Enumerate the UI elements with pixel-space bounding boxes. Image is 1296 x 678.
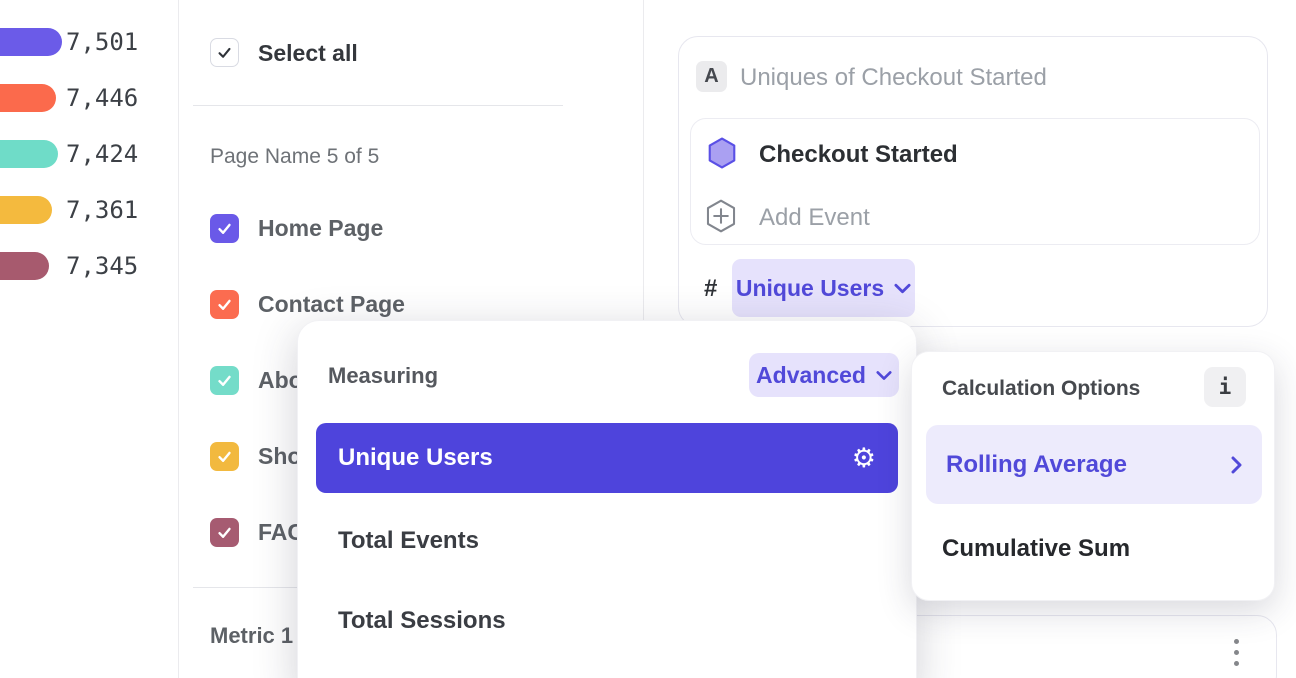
- query-card: A Uniques of Checkout Started Checkout S…: [678, 36, 1268, 327]
- checkmark-icon: [216, 448, 233, 465]
- item-label[interactable]: Contact Page: [258, 290, 405, 319]
- menu-option-unique-users[interactable]: Unique Users ⚙: [316, 423, 898, 493]
- bar-segment: [0, 84, 56, 112]
- bar-value: 7,424: [66, 140, 138, 168]
- calc-option-cumulative-sum[interactable]: Cumulative Sum: [942, 535, 1130, 563]
- bar-value: 7,446: [66, 84, 138, 112]
- advanced-mode-dropdown[interactable]: Advanced: [749, 353, 899, 397]
- item-label[interactable]: Home Page: [258, 214, 383, 243]
- gear-icon[interactable]: ⚙: [852, 445, 876, 472]
- calculation-options-title: Calculation Options: [942, 377, 1140, 401]
- event-block: Checkout Started Add Event: [690, 118, 1260, 245]
- event-name[interactable]: Checkout Started: [759, 141, 958, 169]
- event-hexagon-icon: [707, 137, 737, 169]
- series-name-input[interactable]: Uniques of Checkout Started: [740, 64, 1047, 92]
- group-label: Page Name 5 of 5: [210, 145, 379, 169]
- select-all-label: Select all: [258, 39, 358, 68]
- checkbox-about-page[interactable]: [210, 366, 239, 395]
- checkmark-icon: [216, 524, 233, 541]
- menu-option-total-events[interactable]: Total Events: [338, 527, 479, 555]
- kebab-menu-icon[interactable]: [1234, 639, 1239, 666]
- panel-divider: [178, 0, 179, 678]
- checkmark-icon: [216, 220, 233, 237]
- add-event-icon[interactable]: [705, 199, 737, 233]
- measure-dropdown-label: Unique Users: [736, 275, 884, 302]
- menu-option-label: Unique Users: [338, 444, 493, 472]
- measuring-menu: Measuring Advanced Unique Users ⚙ Total …: [297, 320, 917, 678]
- item-label[interactable]: Abo: [258, 366, 303, 395]
- add-event-label[interactable]: Add Event: [759, 204, 870, 232]
- checkmark-icon: [216, 296, 233, 313]
- checkmark-icon: [216, 372, 233, 389]
- calculation-options-menu: Calculation Options i Rolling Average Cu…: [911, 351, 1275, 601]
- measure-symbol: #: [704, 275, 717, 303]
- chevron-down-icon: [894, 283, 911, 294]
- bar-segment: [0, 28, 62, 56]
- checkmark-icon: [216, 44, 233, 61]
- bar-segment: [0, 140, 58, 168]
- app-canvas: 7,501 7,446 7,424 7,361 7,345 Select all…: [0, 0, 1296, 678]
- chevron-down-icon: [876, 370, 892, 381]
- checkbox-contact-page[interactable]: [210, 290, 239, 319]
- bar-value: 7,501: [66, 28, 138, 56]
- checkbox-shop-page[interactable]: [210, 442, 239, 471]
- item-label[interactable]: Sho: [258, 442, 301, 471]
- calc-option-rolling-average[interactable]: Rolling Average: [926, 425, 1262, 504]
- divider: [193, 105, 563, 106]
- calc-option-label: Rolling Average: [946, 451, 1127, 479]
- info-icon[interactable]: i: [1204, 367, 1246, 407]
- checkbox-faq-page[interactable]: [210, 518, 239, 547]
- bar-value: 7,345: [66, 252, 138, 280]
- chevron-right-icon: [1231, 456, 1242, 474]
- checkbox-home-page[interactable]: [210, 214, 239, 243]
- measuring-title: Measuring: [328, 363, 438, 389]
- measure-dropdown[interactable]: Unique Users: [732, 259, 915, 317]
- select-all-checkbox[interactable]: [210, 38, 239, 67]
- bar-segment: [0, 196, 52, 224]
- series-badge: A: [696, 61, 727, 92]
- advanced-mode-label: Advanced: [756, 362, 866, 389]
- bar-segment: [0, 252, 49, 280]
- menu-option-total-sessions[interactable]: Total Sessions: [338, 607, 506, 635]
- bar-value: 7,361: [66, 196, 138, 224]
- metric-label: Metric 1: [210, 623, 293, 649]
